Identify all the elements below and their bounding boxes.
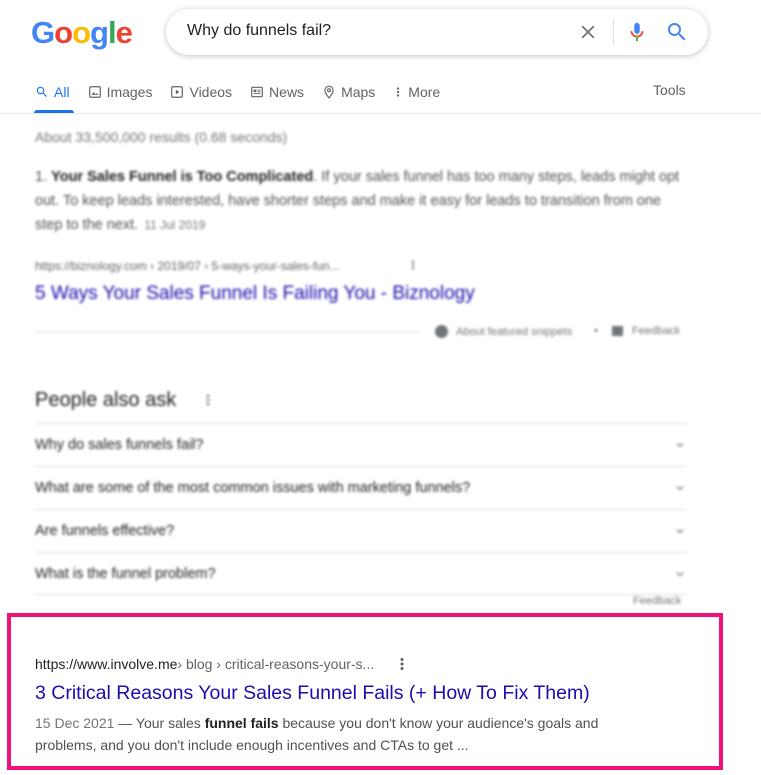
- tab-label: All: [54, 84, 70, 100]
- tab-label: Images: [106, 84, 153, 100]
- result-path: › blog › critical-reasons-your-s...: [177, 656, 375, 672]
- featured-url[interactable]: https://biznology.com › 2019/07 › 5-ways…: [35, 259, 340, 273]
- search-input[interactable]: [187, 22, 547, 40]
- result-url[interactable]: https://www.involve.me › blog › critical…: [35, 656, 374, 672]
- chevron-down-icon: [676, 571, 684, 576]
- result-snippet: 15 Dec 2021 — Your sales funnel fails be…: [35, 712, 625, 756]
- video-icon: [171, 86, 184, 98]
- paa-question-text: Are funnels effective?: [35, 523, 175, 539]
- logo-letter: o: [72, 15, 91, 50]
- search-box: [166, 9, 708, 55]
- help-icon: [435, 325, 448, 338]
- map-pin-icon: [324, 85, 334, 99]
- snippet-date: 11 Jul 2019: [144, 218, 206, 232]
- more-vert-icon: [397, 87, 400, 97]
- paa-question-text: Why do sales funnels fail?: [35, 437, 204, 453]
- search-tabs: All Images Videos News Maps More: [35, 82, 458, 102]
- feedback-icon: [612, 326, 623, 336]
- paa-question[interactable]: Why do sales funnels fail?: [35, 423, 687, 466]
- paa-question-text: What are some of the most common issues …: [35, 480, 471, 496]
- tab-label: News: [269, 84, 305, 100]
- tab-news[interactable]: News: [250, 82, 304, 102]
- logo-letter: G: [31, 15, 55, 50]
- microphone-icon[interactable]: [626, 20, 648, 44]
- result-title-link[interactable]: 3 Critical Reasons Your Sales Funnel Fai…: [35, 682, 590, 705]
- image-icon: [88, 86, 101, 98]
- logo-letter: o: [54, 15, 73, 50]
- paa-heading: People also ask: [35, 389, 177, 411]
- featured-title-link[interactable]: 5 Ways Your Sales Funnel Is Failing You …: [35, 283, 475, 305]
- featured-divider: [35, 331, 420, 332]
- result-date: 15 Dec 2021: [35, 715, 115, 731]
- result-domain: https://www.involve.me: [35, 656, 178, 672]
- google-logo[interactable]: Google: [31, 15, 133, 51]
- tab-label: Maps: [341, 84, 376, 100]
- tab-maps[interactable]: Maps: [322, 82, 375, 102]
- tab-label: Videos: [189, 84, 233, 100]
- paa-list: Why do sales funnels fail? What are some…: [35, 423, 687, 595]
- header-divider: [0, 113, 761, 114]
- tab-label: More: [408, 84, 441, 100]
- search-icon: [36, 86, 47, 97]
- search-separator: [613, 19, 614, 45]
- featured-snippet-text: 1. Your Sales Funnel is Too Complicated.…: [35, 165, 685, 237]
- tools-button[interactable]: Tools: [653, 82, 686, 98]
- about-label: About featured snippets: [456, 325, 573, 338]
- search-icon[interactable]: [665, 20, 689, 44]
- about-featured-snippets[interactable]: About featured snippets: [435, 325, 572, 338]
- paa-question[interactable]: Are funnels effective?: [35, 509, 687, 552]
- paa-feedback[interactable]: Feedback: [633, 595, 681, 607]
- paa-question[interactable]: What are some of the most common issues …: [35, 466, 687, 509]
- logo-letter: e: [115, 15, 133, 50]
- feedback-label: Feedback: [632, 325, 681, 337]
- tab-images[interactable]: Images: [88, 82, 153, 102]
- dot-separator: •: [594, 325, 598, 337]
- result-dash: — Your sales: [114, 715, 205, 731]
- tab-more[interactable]: More: [393, 82, 440, 102]
- logo-letter: l: [107, 15, 117, 50]
- featured-feedback[interactable]: Feedback: [612, 325, 680, 337]
- tab-videos[interactable]: Videos: [170, 82, 232, 102]
- result-bold: funnel fails: [204, 715, 279, 731]
- logo-letter: g: [90, 15, 109, 50]
- chevron-down-icon: [676, 443, 684, 448]
- snippet-bold: Your Sales Funnel is Too Complicated: [51, 169, 314, 185]
- more-vert-icon[interactable]: [205, 392, 211, 408]
- snippet-number: 1.: [35, 169, 48, 185]
- paa-question-text: What is the funnel problem?: [35, 565, 216, 582]
- paa-question[interactable]: What is the funnel problem?: [35, 552, 687, 595]
- result-stats: About 33,500,000 results (0.68 seconds): [35, 129, 288, 145]
- chevron-down-icon: [676, 529, 684, 534]
- chevron-down-icon: [676, 486, 684, 491]
- more-vert-icon[interactable]: [410, 258, 416, 272]
- news-icon: [251, 86, 263, 98]
- tab-all[interactable]: All: [35, 82, 70, 102]
- more-vert-icon[interactable]: [396, 655, 408, 673]
- close-icon[interactable]: [577, 21, 599, 43]
